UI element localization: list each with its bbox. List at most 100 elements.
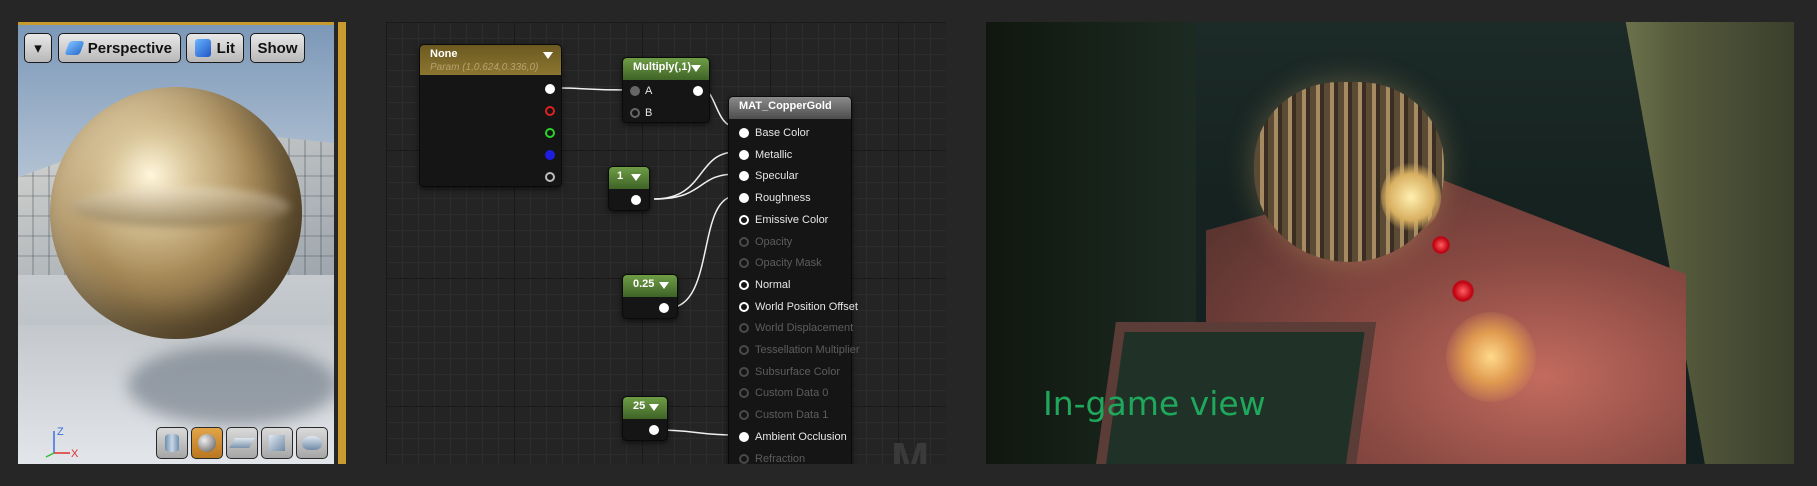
material-input-pin[interactable] [739,279,749,290]
constant-025-output-pin[interactable] [659,303,669,313]
material-input-pin[interactable] [739,301,749,312]
cube-preview-button[interactable] [261,427,293,459]
lit-cube-icon [195,39,211,57]
warm-glow [1446,312,1536,402]
constant-1-node[interactable]: 1 [608,166,650,211]
param-node-header[interactable]: None Param (1,0.624,0.336,0) [420,45,561,75]
lit-button[interactable]: Lit [186,33,244,63]
material-input-label: Normal [755,278,791,291]
material-input-pin [739,236,749,247]
material-input-label: Tessellation Multiplier [755,344,860,356]
preview-sphere [50,87,302,339]
param-output-r-pin[interactable] [545,106,555,116]
collapse-triangle-icon[interactable] [659,282,669,289]
param-output-rgba-pin[interactable] [545,84,555,94]
collapse-triangle-icon[interactable] [631,174,641,181]
material-input-pin[interactable] [739,431,749,442]
lit-label: Lit [216,39,235,57]
param-output-a-pin[interactable] [545,172,555,182]
material-input-pin [739,323,749,334]
plane-preview-button[interactable] [226,427,258,459]
material-input-label: World Position Offset [755,300,858,313]
multiply-input-a-label: A [645,85,653,97]
multiply-node-title: Multiply(,1) [633,61,692,73]
material-input-label: Opacity [755,235,793,248]
material-input-pin [739,410,749,421]
multiply-output-pin[interactable] [693,86,703,96]
axis-z-label: Z [57,426,64,438]
material-node-title: MAT_CopperGold [739,100,832,112]
collapse-triangle-icon[interactable] [543,52,553,59]
teapot-icon [302,436,322,450]
constant-25-node[interactable]: 25 [622,396,668,441]
material-input-pin [739,366,749,377]
material-input-label: Custom Data 0 [755,387,829,400]
param-node-subtitle: Param (1,0.624,0.336,0) [430,62,539,73]
in-game-view-label: In-game view [1043,384,1266,423]
multiply-node-header[interactable]: Multiply(,1) [623,58,709,80]
cube-icon [269,435,285,451]
material-input-label: Roughness [755,192,811,205]
material-input-pin[interactable] [739,171,749,182]
show-button[interactable]: Show [250,33,305,63]
material-preview-viewport[interactable]: ▾ Perspective Lit Show Z X [18,22,334,464]
multiply-node[interactable]: Multiply(,1) A B [622,57,710,123]
cylinder-preview-button[interactable] [156,427,188,459]
material-input-label: Specular [755,170,799,183]
constant-025-node[interactable]: 0.25 [622,274,678,319]
material-input-pin[interactable] [739,149,749,160]
axis-x-label: X [71,448,79,460]
constant-1-output-pin[interactable] [631,195,641,205]
axis-gizmo: Z X [45,426,79,460]
material-input-pin[interactable] [739,214,749,225]
plane-icon [229,438,255,448]
material-node-header[interactable]: MAT_CopperGold [729,97,851,119]
param-node-title: None [430,48,458,60]
collapse-triangle-icon[interactable] [649,404,659,411]
constant-025-header[interactable]: 0.25 [623,275,677,297]
material-input-label: Opacity Mask [755,257,822,270]
sphere-shadow [128,345,334,425]
perspective-button[interactable]: Perspective [58,33,181,63]
vector-param-node[interactable]: None Param (1,0.624,0.336,0) [419,44,562,187]
material-input-pin[interactable] [739,193,749,204]
material-input-pin[interactable] [739,128,749,138]
param-output-b-pin[interactable] [545,150,555,160]
constant-025-value: 0.25 [633,278,655,290]
multiply-input-a-pin[interactable] [630,86,640,96]
red-light-1 [1432,236,1450,254]
multiply-input-b-label: B [645,107,653,119]
multiply-input-b-pin[interactable] [630,108,640,118]
material-input-label: World Displacement [755,322,854,335]
material-input-label: Ambient Occlusion [755,430,847,443]
in-game-view: In-game view [986,22,1794,464]
material-input-pin [739,345,749,355]
constant-1-header[interactable]: 1 [609,167,649,189]
material-graph-canvas[interactable]: None Param (1,0.624,0.336,0) Multiply(,1… [386,22,946,464]
viewport-options-dropdown[interactable]: ▾ [24,33,52,63]
perspective-label: Perspective [87,39,172,57]
chevron-down-icon: ▾ [34,40,42,57]
sphere-icon [198,434,216,452]
material-input-pin [739,258,749,269]
cylinder-icon [165,434,179,452]
material-input-label: Refraction [755,452,806,465]
material-input-pin [739,453,749,464]
red-light-2 [1452,280,1474,302]
graph-watermark: M [891,433,930,464]
collapse-triangle-icon[interactable] [691,65,701,72]
custom-mesh-preview-button[interactable] [296,427,328,459]
panel-divider[interactable] [338,22,346,464]
sphere-preview-button[interactable] [191,427,223,459]
material-input-label: Custom Data 1 [755,409,829,422]
param-output-g-pin[interactable] [545,128,555,138]
chandelier-glow [1381,162,1441,232]
constant-25-output-pin[interactable] [649,425,659,435]
constant-25-value: 25 [633,400,646,412]
material-input-label: Subsurface Color [755,365,840,378]
constant-25-header[interactable]: 25 [623,397,667,419]
show-label: Show [257,39,298,57]
material-result-node[interactable]: MAT_CopperGold Base Color Metallic Specula… [728,96,860,465]
material-input-label: Metallic [755,148,793,161]
material-input-label: Emissive Color [755,213,829,226]
